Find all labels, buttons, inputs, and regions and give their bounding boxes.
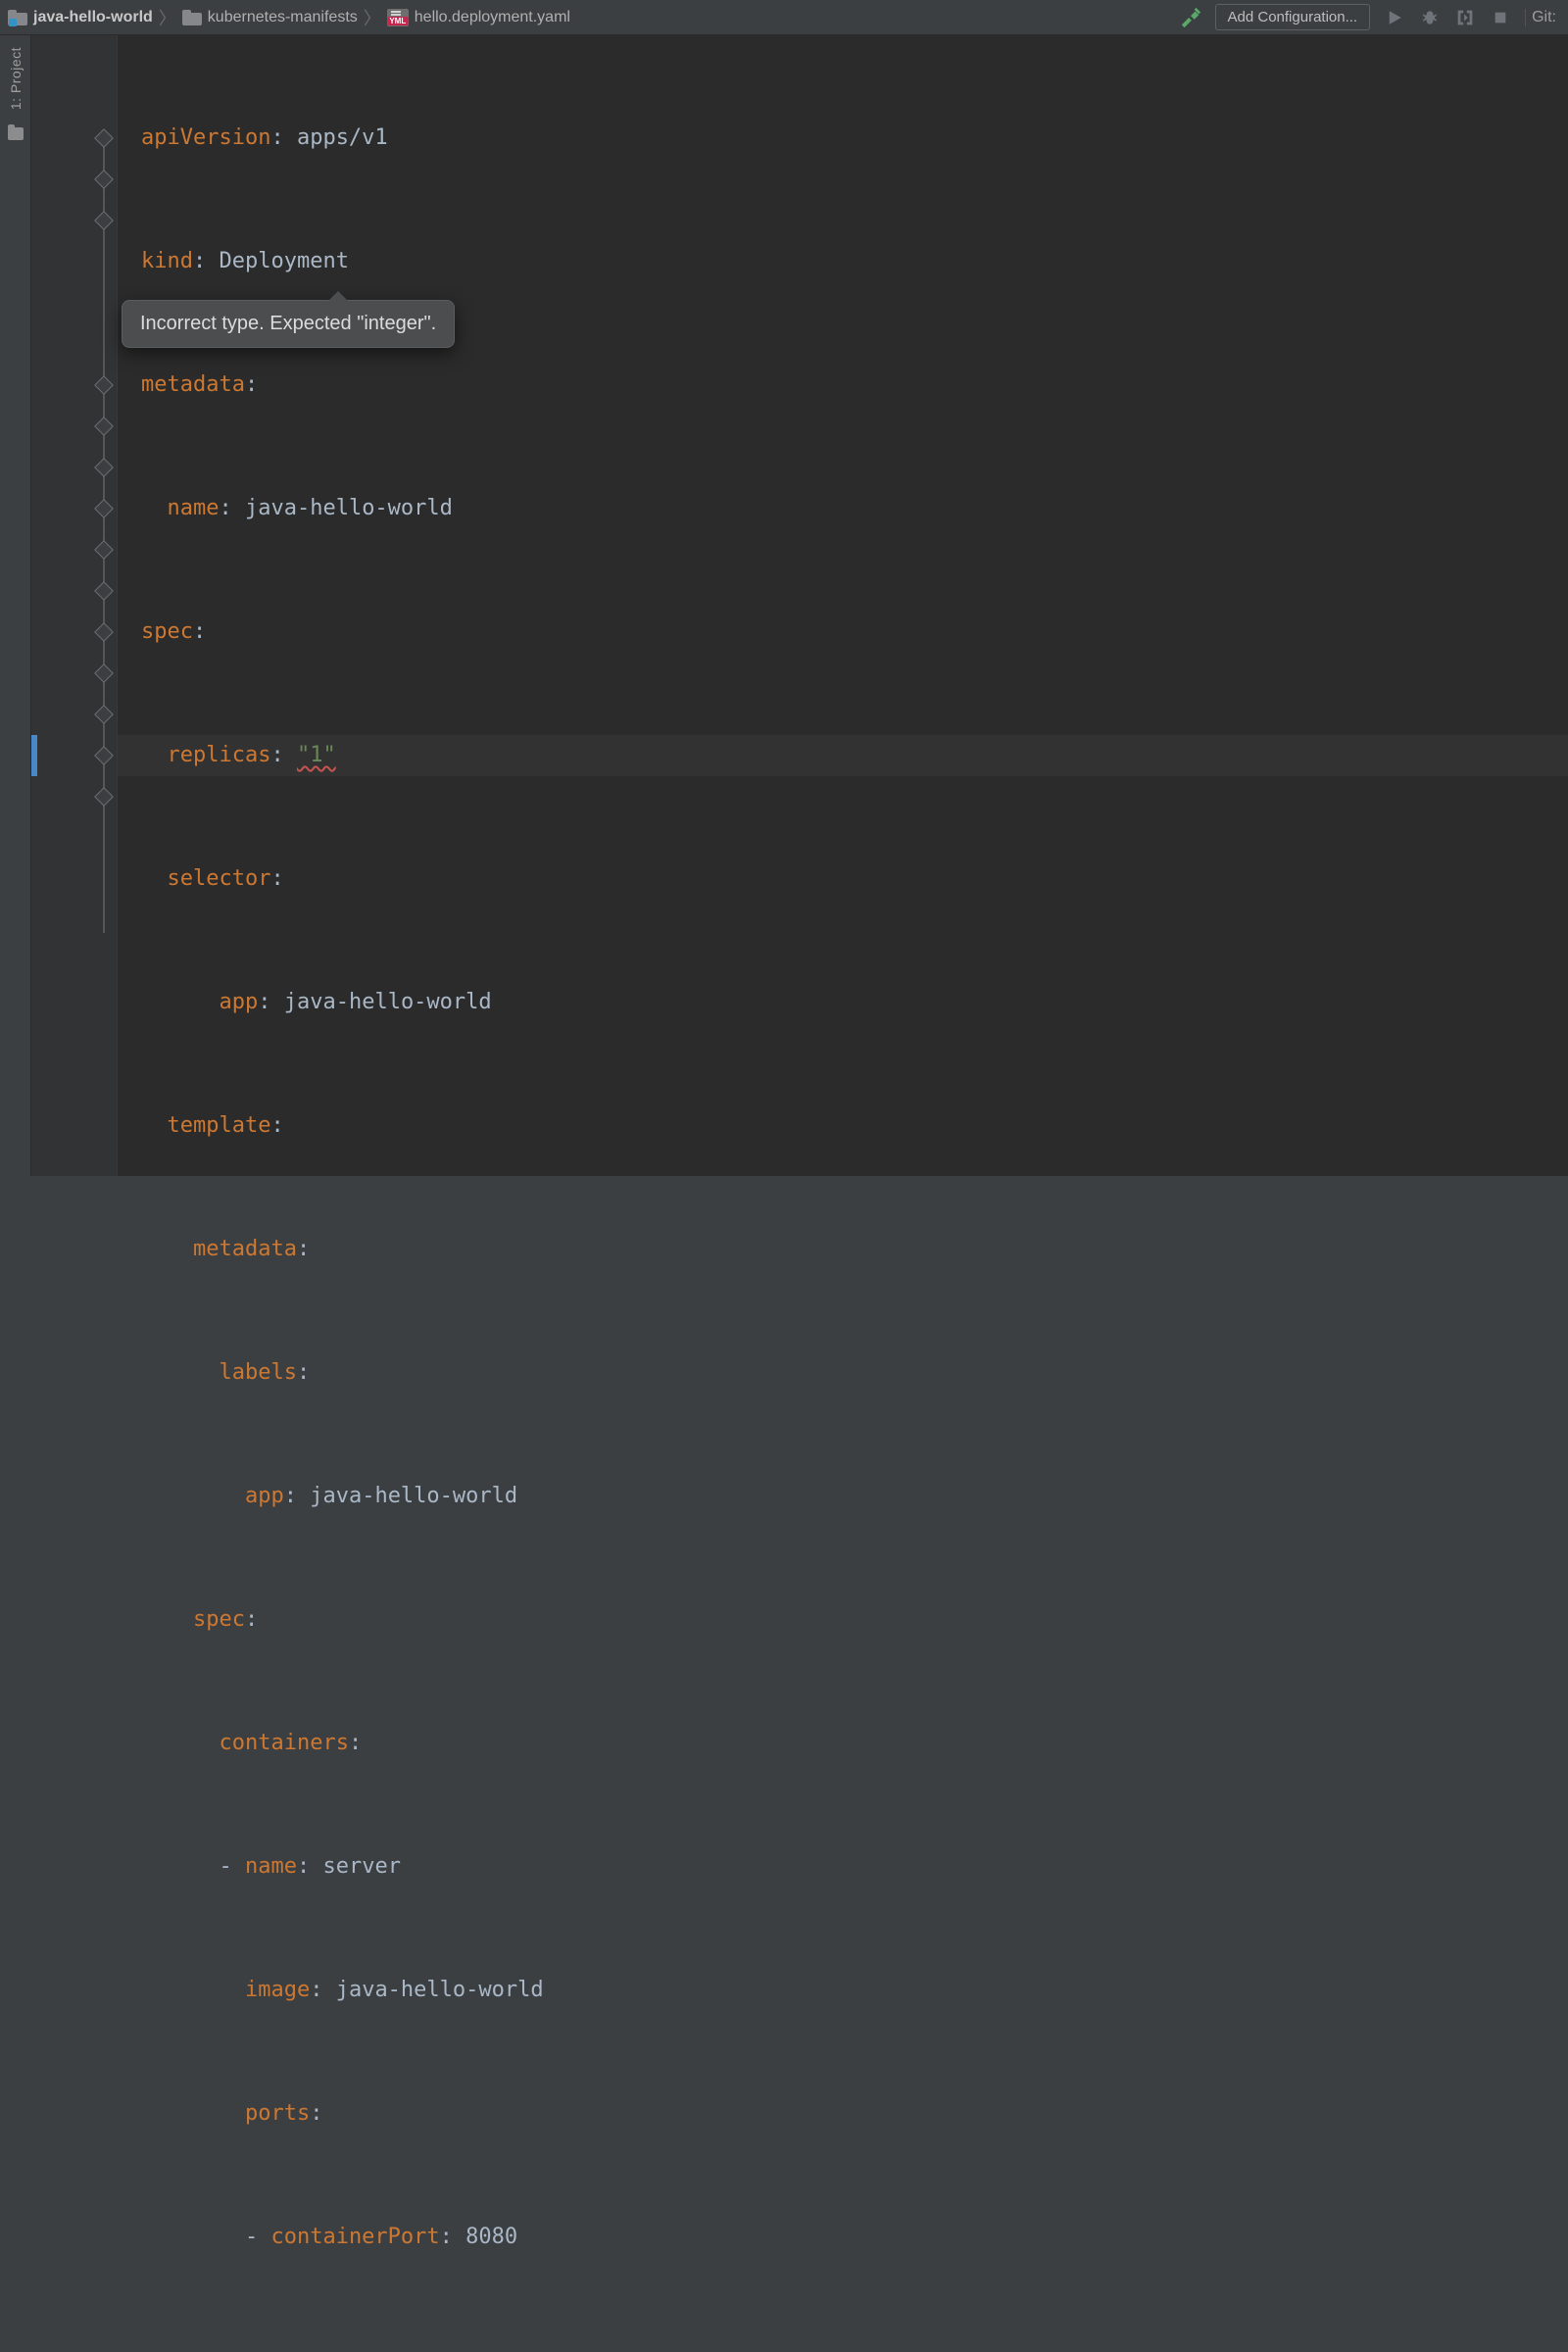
breadcrumb-file-label: hello.deployment.yaml — [415, 9, 570, 26]
code-line[interactable]: ports: — [118, 2093, 1568, 2134]
code-line[interactable]: name: java-hello-world — [118, 488, 1568, 529]
fold-toggle-icon[interactable] — [94, 128, 114, 148]
code-line[interactable]: metadata: — [118, 1229, 1568, 1270]
code-line[interactable]: spec: — [118, 1599, 1568, 1641]
code-line[interactable]: metadata: — [118, 365, 1568, 406]
code-line[interactable]: env: — [118, 2340, 1568, 2352]
chevron-right-icon: 〉 — [362, 5, 383, 30]
debug-icon[interactable] — [1419, 7, 1441, 28]
left-tool-stripe: 1: Project — [0, 35, 31, 1176]
project-tab-label: 1: Project — [8, 47, 24, 110]
stop-icon[interactable] — [1490, 7, 1511, 28]
code-line[interactable]: app: java-hello-world — [118, 1476, 1568, 1517]
fold-toggle-icon[interactable] — [94, 170, 114, 189]
code-line[interactable]: selector: — [118, 858, 1568, 900]
folder-icon — [182, 10, 202, 25]
code-line[interactable]: spec: — [118, 612, 1568, 653]
code-line[interactable]: - name: server — [118, 1846, 1568, 1887]
fold-toggle-icon[interactable] — [94, 705, 114, 724]
chevron-right-icon: 〉 — [157, 5, 178, 30]
run-with-coverage-icon[interactable] — [1454, 7, 1476, 28]
code-line[interactable]: template: — [118, 1105, 1568, 1147]
fold-toggle-icon[interactable] — [94, 499, 114, 518]
fold-toggle-icon[interactable] — [94, 622, 114, 642]
editor[interactable]: apiVersion: apps/v1 kind: Deployment met… — [31, 35, 1568, 1176]
add-configuration-label: Add Configuration... — [1228, 9, 1358, 25]
code-line[interactable]: kind: Deployment — [118, 241, 1568, 282]
code-line[interactable]: app: java-hello-world — [118, 982, 1568, 1023]
code-line[interactable]: replicas: "1" — [118, 735, 1568, 776]
gutter[interactable] — [31, 35, 118, 1176]
breadcrumb-project[interactable]: java-hello-world — [8, 9, 153, 26]
fold-toggle-icon[interactable] — [94, 540, 114, 560]
toolbar-right: Add Configuration... Git: — [1180, 4, 1560, 30]
fold-toggle-icon[interactable] — [94, 375, 114, 395]
folder-icon[interactable] — [8, 127, 24, 140]
project-tool-window-tab[interactable]: 1: Project — [8, 47, 24, 110]
add-configuration-button[interactable]: Add Configuration... — [1215, 4, 1371, 30]
code-line[interactable]: image: java-hello-world — [118, 1970, 1568, 2011]
fold-toggle-icon[interactable] — [94, 211, 114, 230]
build-icon[interactable] — [1180, 7, 1201, 28]
breadcrumb-file[interactable]: hello.deployment.yaml — [387, 9, 570, 26]
breadcrumb-project-label: java-hello-world — [33, 9, 153, 26]
code-line[interactable]: labels: — [118, 1352, 1568, 1394]
run-icon[interactable] — [1384, 7, 1405, 28]
breadcrumb-folder-label: kubernetes-manifests — [208, 9, 358, 26]
fold-toggle-icon[interactable] — [94, 581, 114, 601]
fold-toggle-icon[interactable] — [94, 458, 114, 477]
folder-icon — [8, 10, 27, 25]
fold-toggle-icon[interactable] — [94, 787, 114, 807]
code-line[interactable]: containers: — [118, 1723, 1568, 1764]
yaml-file-icon — [387, 9, 409, 26]
breadcrumb: java-hello-world 〉 kubernetes-manifests … — [8, 5, 1180, 30]
error-tooltip: Incorrect type. Expected "integer". — [122, 300, 455, 348]
git-label[interactable]: Git: — [1525, 9, 1556, 26]
fold-toggle-icon[interactable] — [94, 746, 114, 765]
fold-toggle-icon[interactable] — [94, 416, 114, 436]
error-tooltip-text: Incorrect type. Expected "integer". — [140, 313, 436, 334]
fold-toggle-icon[interactable] — [94, 663, 114, 683]
code-line[interactable]: - containerPort: 8080 — [118, 2217, 1568, 2258]
code-area[interactable]: apiVersion: apps/v1 kind: Deployment met… — [118, 35, 1568, 1176]
code-line[interactable]: apiVersion: apps/v1 — [118, 118, 1568, 159]
breadcrumb-folder[interactable]: kubernetes-manifests — [182, 9, 358, 26]
error-span: "1" — [297, 743, 336, 767]
top-toolbar: java-hello-world 〉 kubernetes-manifests … — [0, 0, 1568, 35]
